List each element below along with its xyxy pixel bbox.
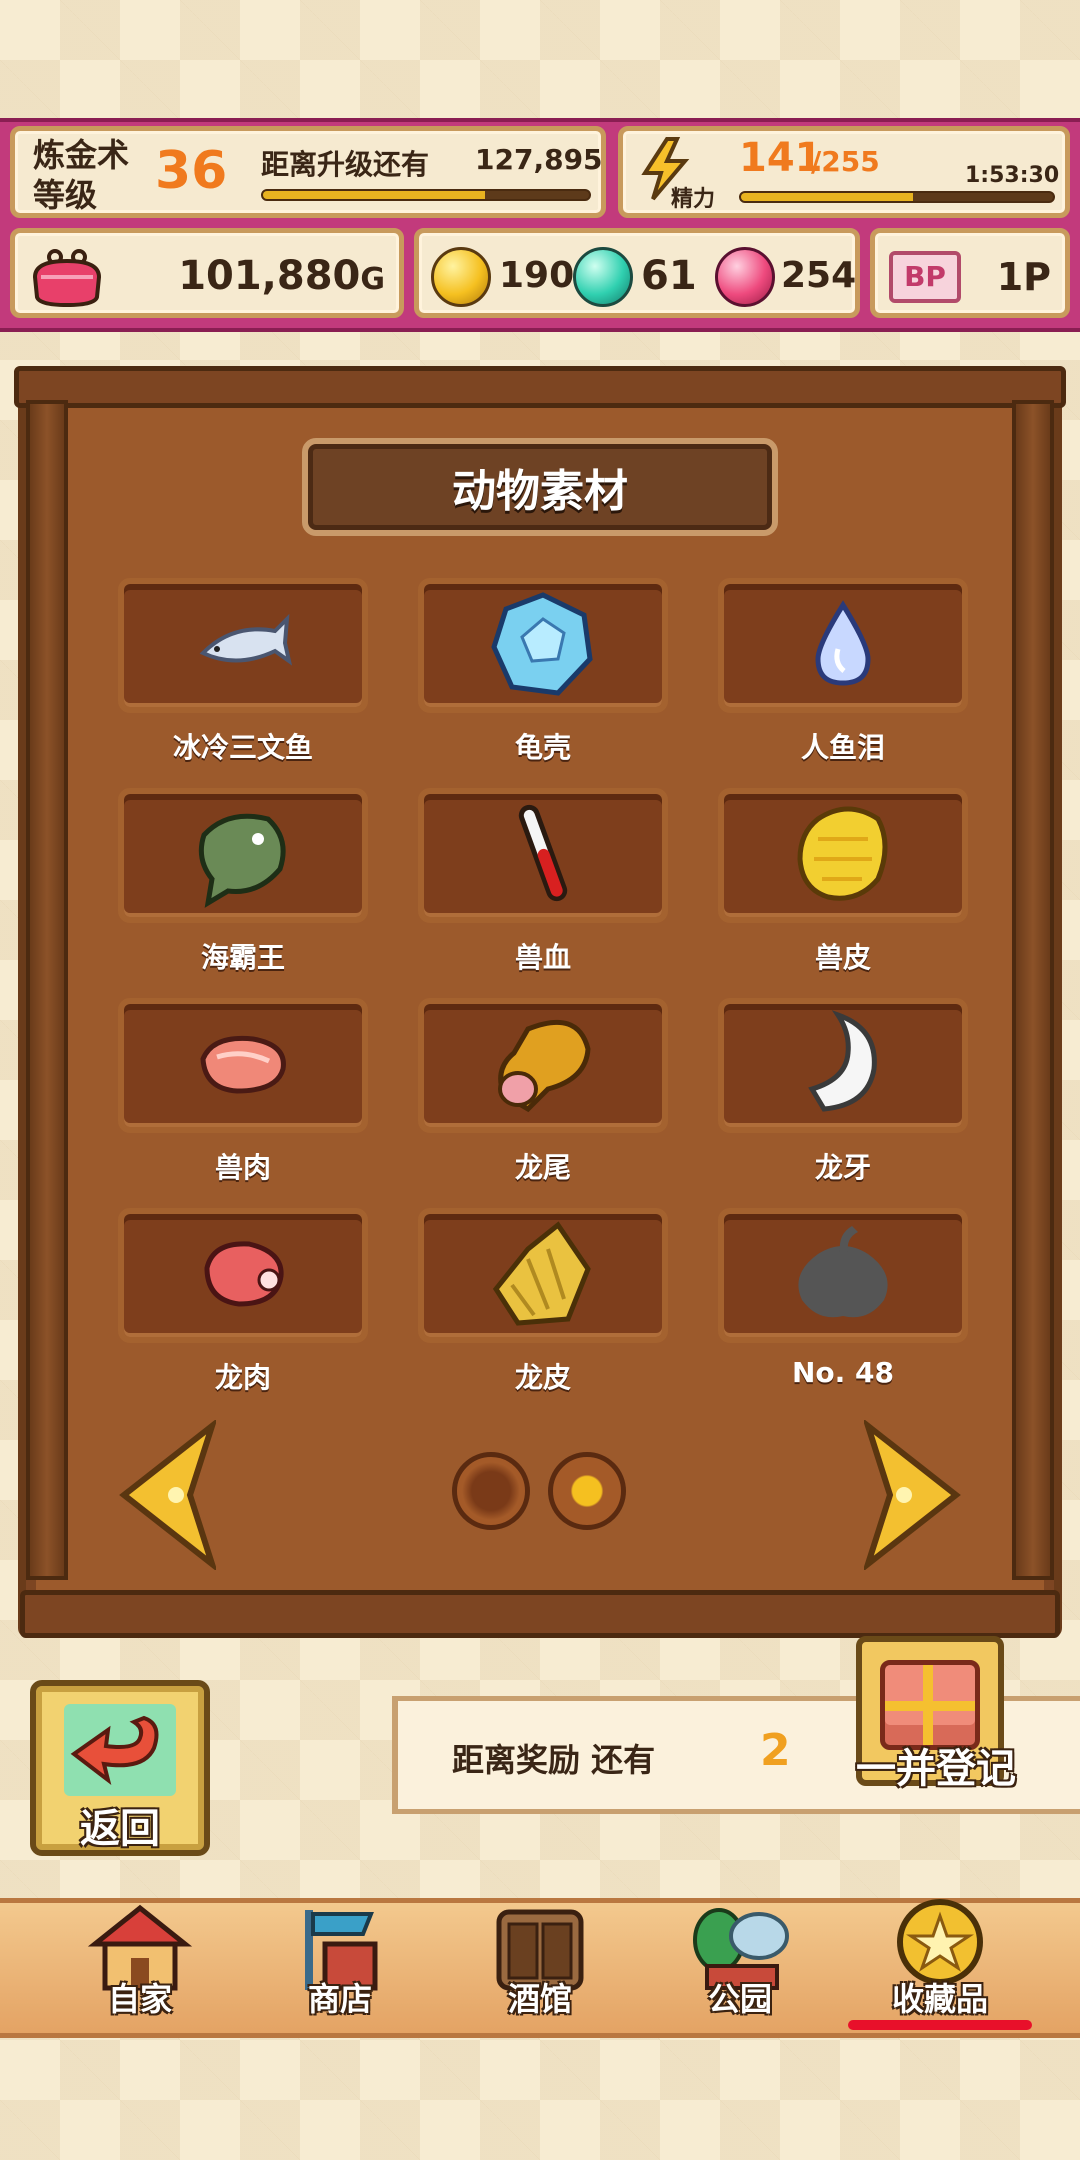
yellow-gem-count: 190 (499, 255, 575, 296)
item-name: 兽肉 (214, 1151, 271, 1184)
next-level-label: 距离升级还有 (261, 148, 430, 181)
back-button[interactable]: 返回 (30, 1680, 210, 1856)
item-slot[interactable] (418, 998, 668, 1133)
pink-gem-icon (715, 247, 775, 307)
bp-icon: BP (889, 251, 961, 303)
page-dot-2[interactable] (548, 1452, 626, 1530)
bp-value: 1P (996, 255, 1051, 299)
fish-icon (193, 609, 293, 683)
item-name: 龙皮 (514, 1361, 571, 1394)
sea-king-icon (188, 799, 298, 913)
item-name: 龙尾 (514, 1151, 571, 1184)
item-name: No. 48 (791, 1356, 895, 1389)
next-level-value: 127,895 (475, 143, 603, 176)
item-slot[interactable] (118, 998, 368, 1133)
dragon-fang-icon (798, 1009, 888, 1123)
item-slot[interactable] (718, 788, 968, 923)
gold-panel[interactable]: 101,880G (10, 228, 404, 318)
dragon-hide-icon (488, 1219, 598, 1333)
nav-label: 自家 (107, 1980, 172, 2018)
gold-amount: 101,880G (178, 253, 385, 299)
right-pillar (1012, 400, 1054, 1580)
left-pillar (26, 400, 68, 1580)
item-name: 兽血 (514, 941, 571, 974)
item-name: 龟壳 (514, 731, 571, 764)
locked-silhouette-icon (788, 1224, 898, 1328)
blood-vial-icon (513, 799, 573, 913)
energy-label: 精力 (671, 187, 716, 212)
dragon-tail-icon (488, 1009, 598, 1123)
nav-house[interactable]: 自家 (70, 1886, 210, 2026)
energy-progress-bar (739, 191, 1055, 203)
energy-max: /255 (811, 145, 880, 178)
dragon-meat-icon (193, 1234, 293, 1318)
energy-progress-fill (741, 193, 913, 201)
nav-label: 公园 (707, 1980, 772, 2018)
board-bottom-rail (20, 1590, 1060, 1638)
page-dot-1[interactable] (452, 1452, 530, 1530)
bp-panel[interactable]: BP 1P (870, 228, 1070, 318)
exp-progress-fill (263, 191, 485, 199)
item-slot[interactable] (118, 1208, 368, 1343)
meat-icon (193, 1029, 293, 1103)
board-top-rail (14, 366, 1066, 408)
energy-timer: 1:53:30 (965, 163, 1060, 188)
item-name: 龙肉 (214, 1361, 271, 1394)
register-all-label: 一并登记 (856, 1746, 1016, 1792)
coin-purse-icon (31, 247, 103, 311)
gems-panel[interactable]: 190 61 254 (414, 228, 860, 318)
category-title-plaque: 动物素材 (302, 438, 778, 536)
teal-gem-icon (573, 247, 633, 307)
nav-label: 收藏品 (891, 1980, 988, 2018)
nav-collection-medal[interactable]: 收藏品 (870, 1886, 1010, 2026)
nav-label: 酒馆 (507, 1980, 572, 2018)
alchemy-level-label: 炼金术等级 (33, 136, 130, 214)
nav-tavern[interactable]: 酒馆 (470, 1886, 610, 2026)
nav-park[interactable]: 公园 (670, 1886, 810, 2026)
item-name: 人鱼泪 (800, 731, 885, 764)
nav-shop[interactable]: 商店 (270, 1886, 410, 2026)
item-slot[interactable] (718, 998, 968, 1133)
item-slot[interactable] (118, 788, 368, 923)
reward-label: 距离奖励 还有 (452, 1741, 656, 1779)
next-page-arrow-icon[interactable] (862, 1417, 964, 1574)
reward-count: 2 (760, 1725, 791, 1776)
nav-label: 商店 (307, 1980, 372, 2018)
item-slot[interactable] (418, 578, 668, 713)
back-label: 返回 (80, 1806, 160, 1852)
item-name: 龙牙 (814, 1151, 871, 1184)
selected-underline (848, 2020, 1032, 2030)
item-slot[interactable] (118, 578, 368, 713)
item-name: 海霸王 (200, 941, 285, 974)
back-arrow-icon (64, 1704, 176, 1796)
item-name: 冰冷三文鱼 (172, 731, 313, 764)
category-title: 动物素材 (452, 466, 628, 517)
yellow-gem-icon (431, 247, 491, 307)
item-slot[interactable] (718, 578, 968, 713)
energy-current: 141 (739, 135, 823, 181)
alchemy-level-value: 36 (155, 141, 228, 201)
alchemy-level-panel: 炼金术等级 36 距离升级还有 127,895 (10, 126, 606, 218)
prev-page-arrow-icon[interactable] (116, 1417, 218, 1574)
teal-gem-count: 61 (641, 253, 697, 299)
teardrop-icon (808, 599, 878, 693)
item-slot[interactable] (418, 788, 668, 923)
turtle-shell-icon (488, 589, 598, 703)
pink-gem-count: 254 (781, 255, 857, 296)
item-slot[interactable] (418, 1208, 668, 1343)
item-slot[interactable] (718, 1208, 968, 1343)
exp-progress-bar (261, 189, 591, 201)
energy-panel[interactable]: 精力 141 /255 1:53:30 (618, 126, 1070, 218)
item-name: 兽皮 (814, 941, 871, 974)
hide-icon (788, 799, 898, 913)
